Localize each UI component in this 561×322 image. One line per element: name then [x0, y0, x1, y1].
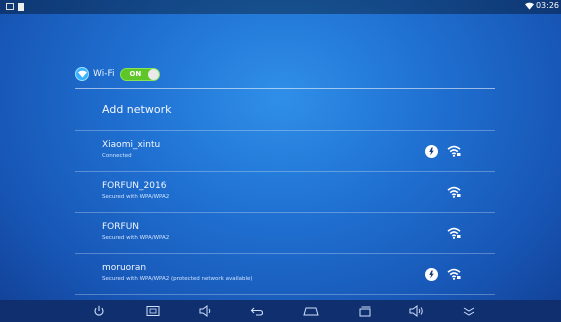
recents-button[interactable] [356, 303, 374, 319]
wifi-toggle[interactable]: ON [120, 67, 161, 81]
clock: 03:26 [535, 1, 559, 10]
volume-down-icon [199, 305, 211, 317]
home-icon [303, 307, 319, 316]
network-item-forfun-2016[interactable]: FORFUN_2016 Secured with WPA/WPA2 [75, 172, 495, 213]
wifi-status-icon [524, 2, 534, 10]
collapse-icon [463, 307, 475, 316]
wifi-signal-icon [447, 145, 461, 157]
toggle-label: ON [129, 69, 142, 78]
power-icon [94, 305, 104, 316]
network-item-moruoran[interactable]: moruoran Secured with WPA/WPA2 (protecte… [75, 254, 495, 295]
toggle-knob [148, 68, 160, 80]
wps-icon[interactable] [425, 145, 438, 158]
add-network-item[interactable]: Add network [75, 89, 495, 131]
network-list: Add network Xiaomi_xintu Connected FORFU… [75, 89, 495, 295]
sd-card-icon [18, 3, 24, 11]
network-item-xiaomi-xintu[interactable]: Xiaomi_xintu Connected [75, 131, 495, 172]
wifi-settings-panel: Wi-Fi ON Add network Xiaomi_xintu Connec… [75, 63, 495, 295]
network-status: Secured with WPA/WPA2 [102, 194, 170, 200]
home-button[interactable] [302, 303, 320, 319]
volume-up-icon [409, 305, 423, 317]
network-name: moruoran [102, 263, 147, 273]
add-network-label: Add network [102, 103, 172, 116]
screenshot-button[interactable] [144, 303, 162, 319]
status-notifications [6, 3, 24, 11]
navigation-bar [0, 300, 561, 322]
network-status: Secured with WPA/WPA2 [102, 235, 170, 241]
wifi-signal-icon [447, 186, 461, 198]
wifi-signal-icon [447, 227, 461, 239]
network-name: FORFUN [102, 222, 140, 232]
collapse-button[interactable] [460, 303, 478, 319]
network-status: Connected [102, 153, 132, 159]
status-bar: 03:26 [0, 0, 561, 14]
wifi-title: Wi-Fi [93, 69, 115, 79]
recents-icon [359, 306, 371, 317]
status-right: 03:26 [524, 1, 559, 10]
wifi-icon [75, 67, 89, 81]
volume-down-button[interactable] [197, 303, 215, 319]
network-name: FORFUN_2016 [102, 181, 167, 191]
power-button[interactable] [90, 303, 108, 319]
screenshot-icon [146, 306, 160, 316]
network-item-forfun[interactable]: FORFUN Secured with WPA/WPA2 [75, 213, 495, 254]
wps-icon[interactable] [425, 268, 438, 281]
wifi-signal-icon [447, 268, 461, 280]
volume-up-button[interactable] [408, 303, 426, 319]
back-button[interactable] [248, 303, 266, 319]
screen-icon [6, 3, 14, 10]
back-icon [250, 307, 264, 316]
network-status: Secured with WPA/WPA2 (protected network… [102, 276, 253, 282]
network-name: Xiaomi_xintu [102, 140, 161, 150]
wifi-header: Wi-Fi ON [75, 63, 495, 85]
